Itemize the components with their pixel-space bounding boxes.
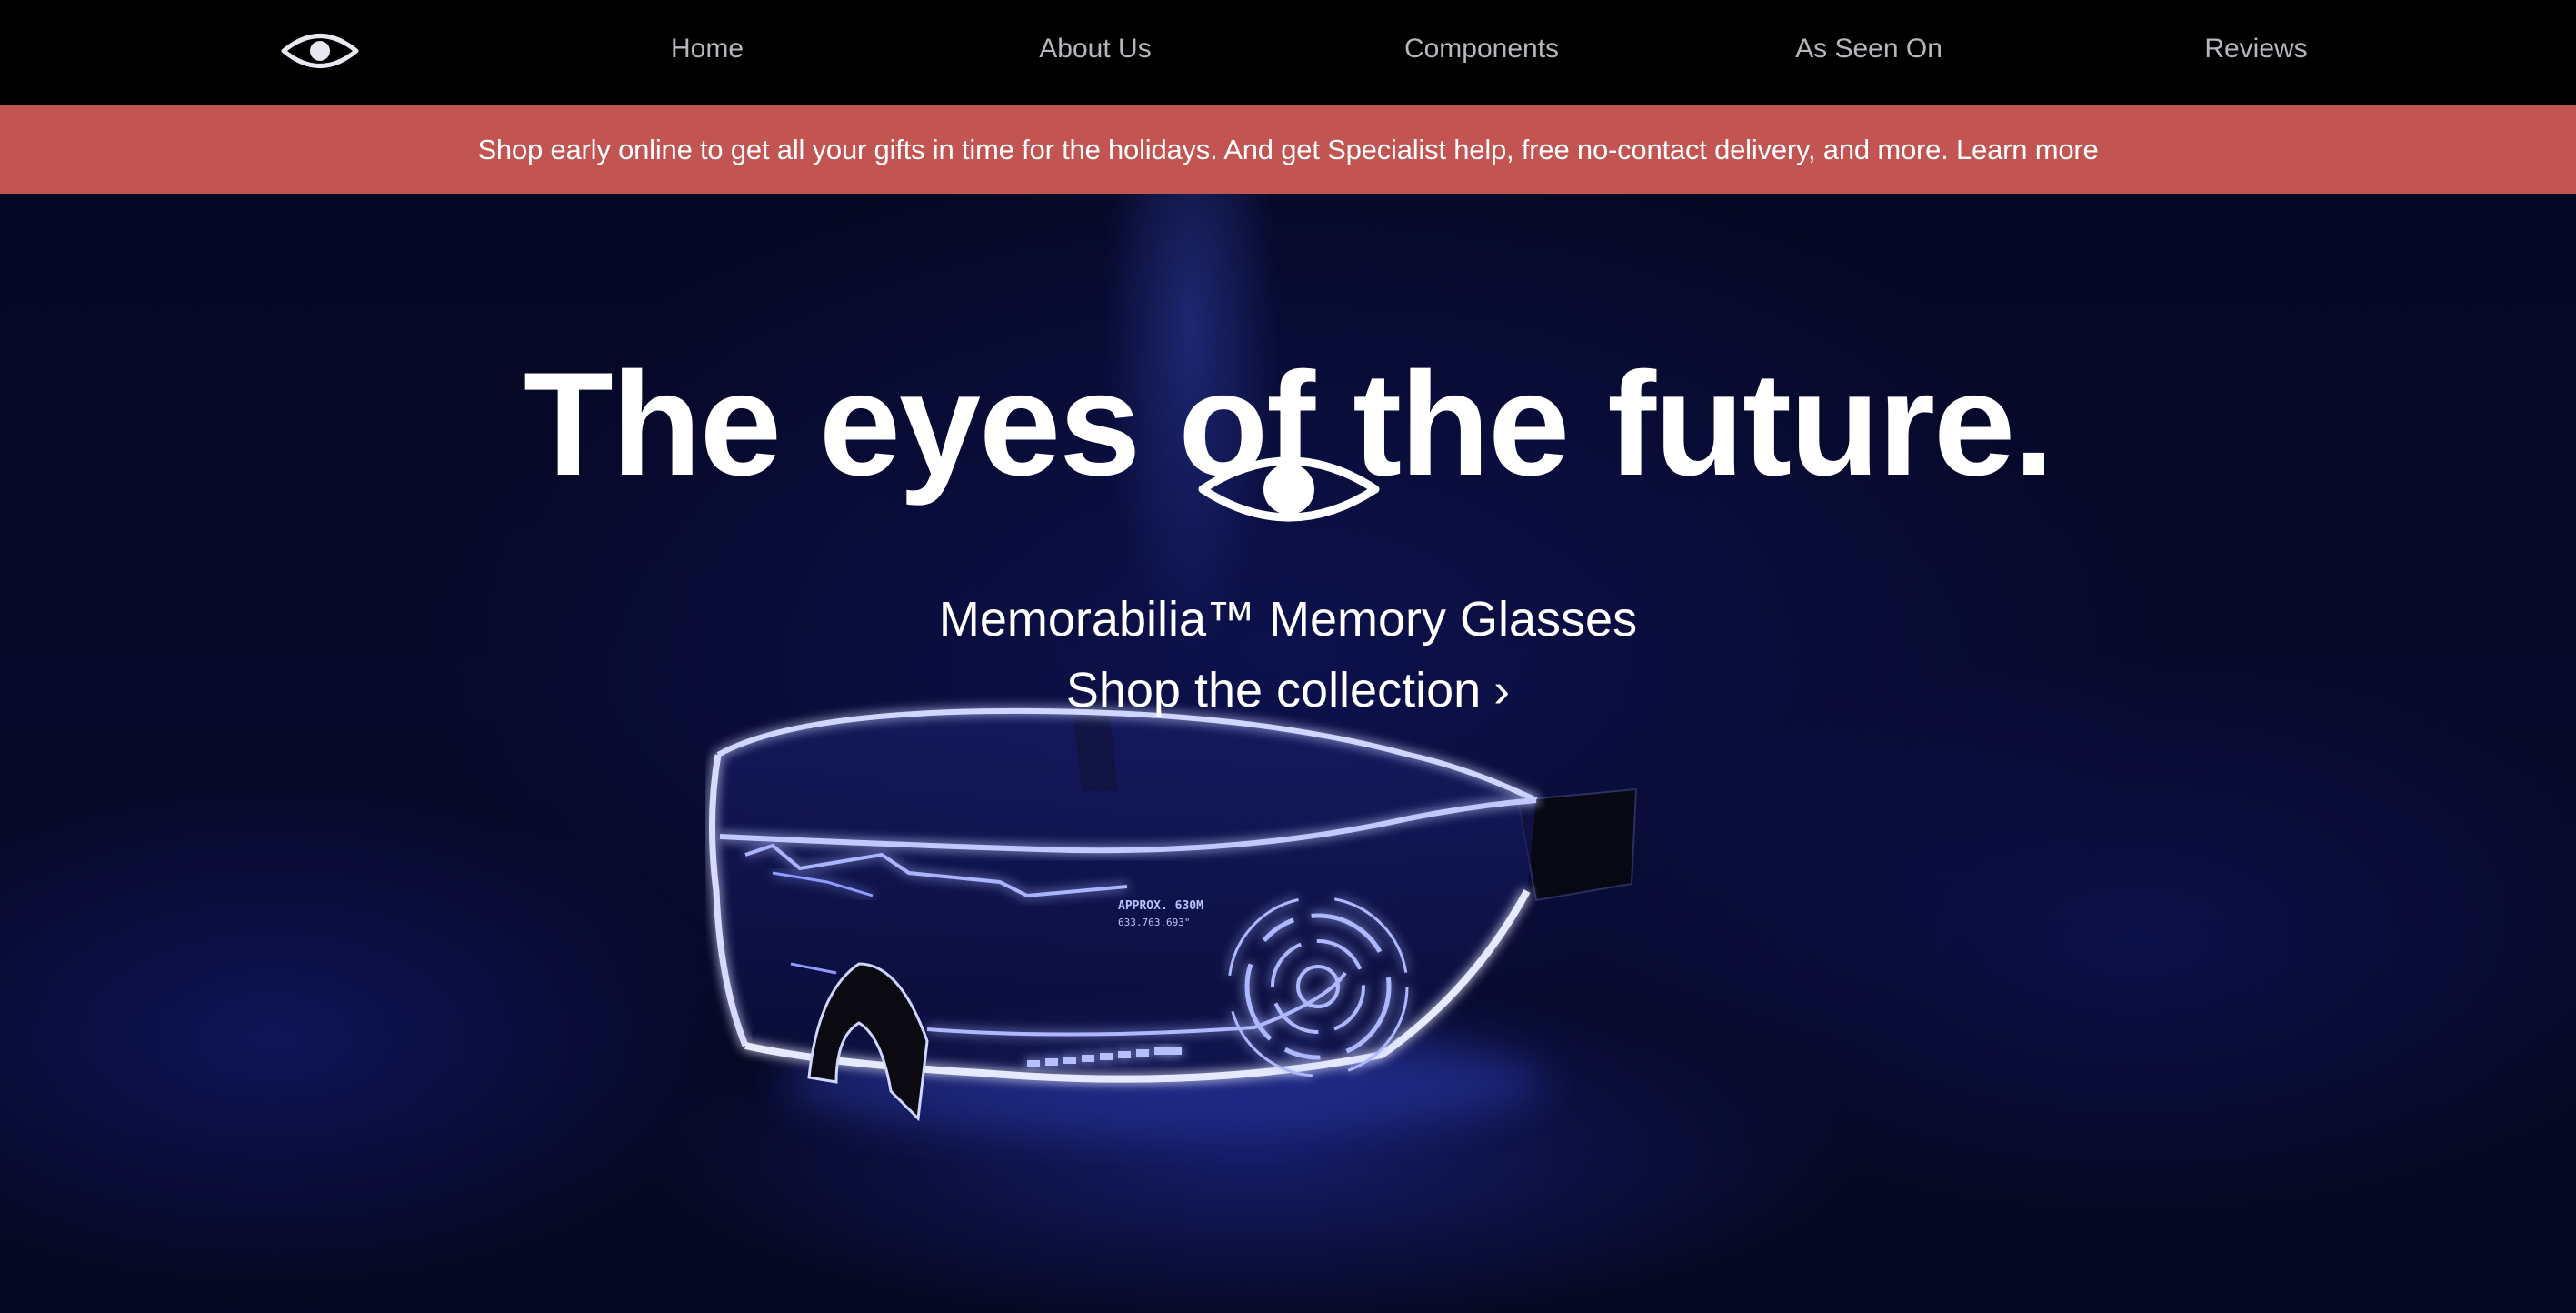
learn-more-link[interactable]: Learn more: [1956, 134, 2099, 165]
page: Home About Us Components As Seen On Revi…: [0, 0, 2576, 1313]
nav-item-reviews[interactable]: Reviews: [2204, 31, 2307, 67]
promo-banner-content: Shop early online to get all your gifts …: [477, 134, 2098, 166]
product-name: Memorabilia™ Memory Glasses: [938, 592, 1638, 646]
glasses-product-image: APPROX. 630M 633.763.693": [691, 691, 1654, 1164]
glasses-readout-line-2: 633.763.693": [1118, 917, 1190, 928]
top-nav: Home About Us Components As Seen On Revi…: [0, 0, 2576, 105]
eye-icon[interactable]: [281, 28, 359, 74]
promo-banner-text: Shop early online to get all your gifts …: [477, 133, 1949, 165]
chevron-right-icon: ›: [1493, 663, 1511, 717]
nav-item-as-seen-on[interactable]: As Seen On: [1795, 31, 1942, 67]
eye-icon: [1197, 446, 1381, 533]
nav-item-components[interactable]: Components: [1404, 31, 1559, 67]
nav-item-home[interactable]: Home: [671, 31, 744, 67]
shop-collection-row: Shop the collection ›: [0, 660, 2576, 720]
nav-item-about-us[interactable]: About Us: [1039, 31, 1151, 67]
shop-collection-label: Shop the collection: [1065, 663, 1482, 717]
glasses-readout-line-1: APPROX. 630M: [1118, 899, 1203, 913]
promo-banner: Shop early online to get all your gifts …: [0, 105, 2576, 194]
shop-collection-link[interactable]: Shop the collection ›: [1066, 663, 1510, 717]
